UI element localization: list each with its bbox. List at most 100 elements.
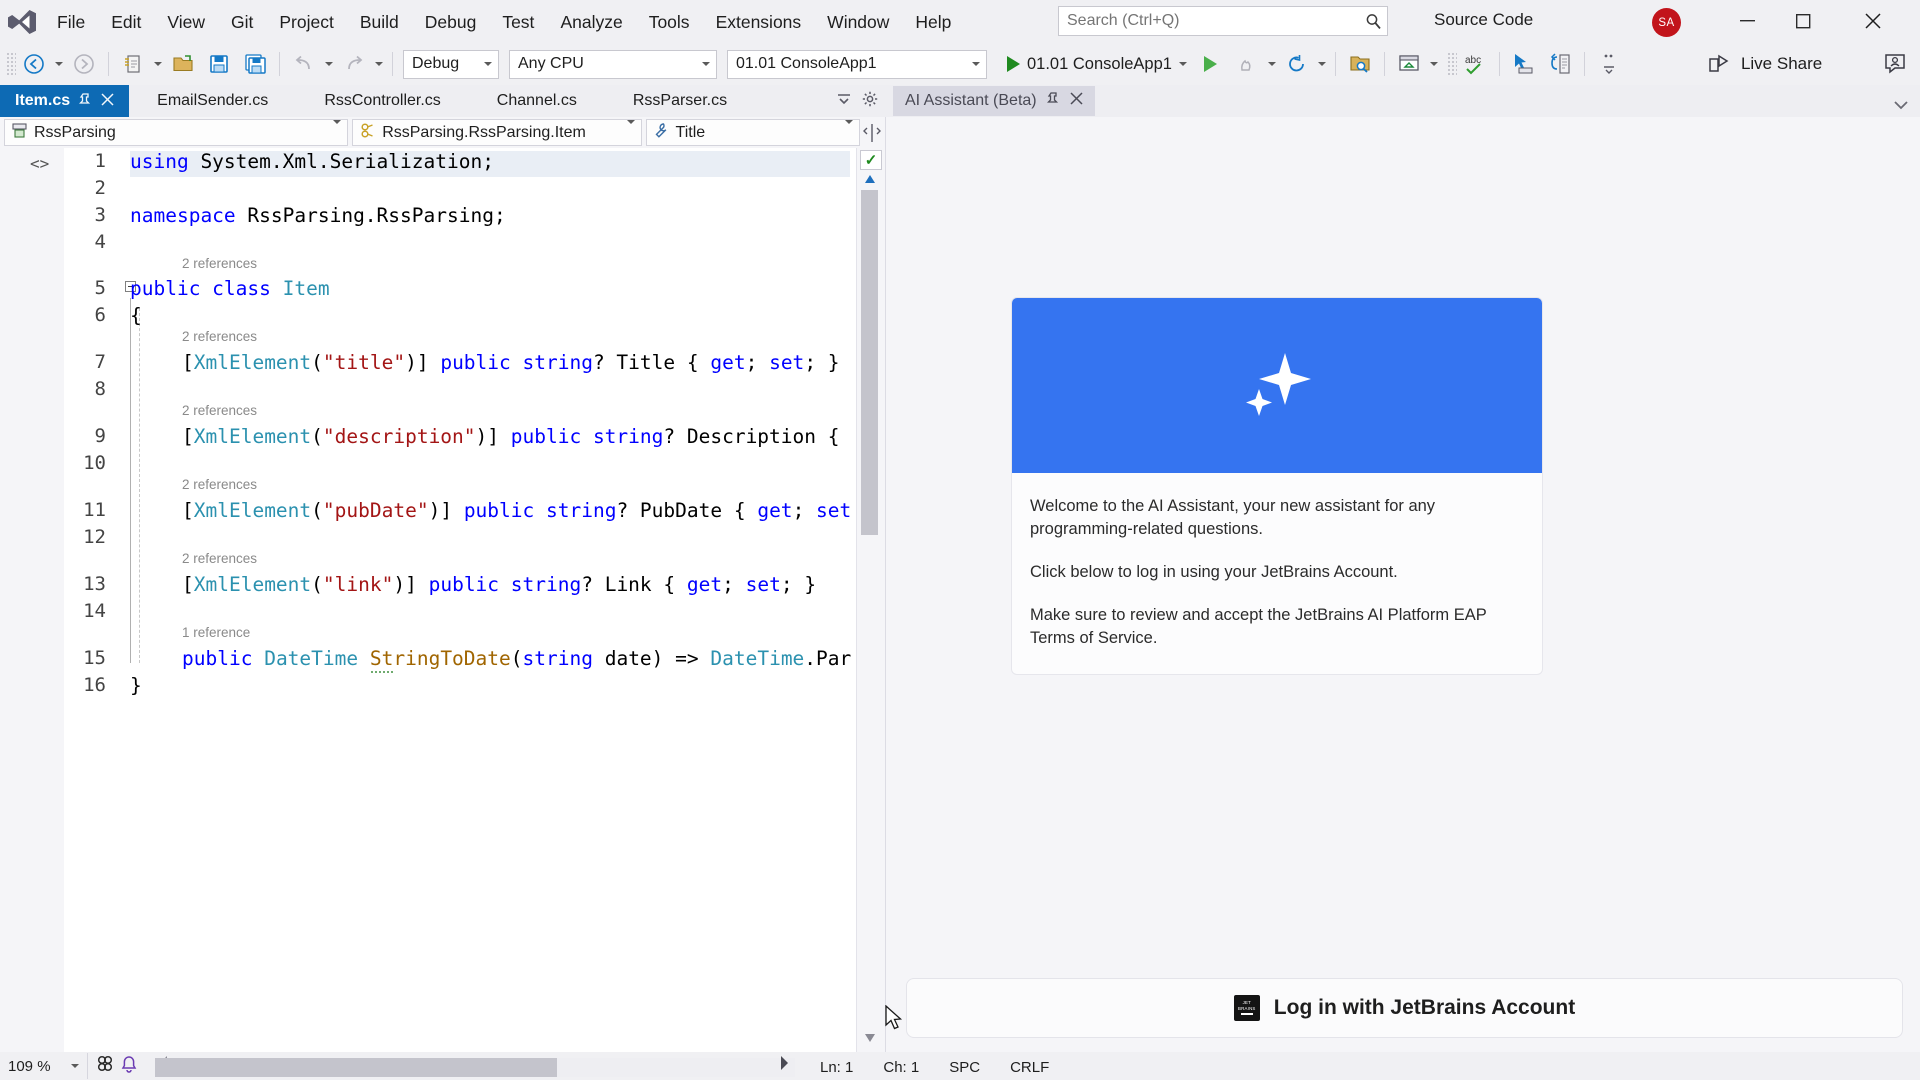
- send-feedback-icon[interactable]: [1878, 49, 1914, 79]
- navigate-back-icon[interactable]: [16, 49, 52, 79]
- close-icon[interactable]: [1070, 92, 1083, 110]
- menu-item-file[interactable]: File: [44, 7, 98, 37]
- horizontal-scroll-thumb[interactable]: [155, 1058, 557, 1077]
- navbar-type-combo[interactable]: RssParsing.RssParsing.Item: [352, 119, 642, 146]
- chevron-down-icon[interactable]: [696, 62, 716, 66]
- navbar-member-combo[interactable]: Title: [645, 119, 861, 146]
- redo-icon[interactable]: [336, 49, 372, 79]
- code-lens-line-13[interactable]: 2 references: [182, 551, 257, 566]
- toolbar-overflow-icon[interactable]: [1591, 49, 1627, 79]
- hot-reload-icon[interactable]: [1229, 49, 1265, 79]
- code-lens-line-11[interactable]: 2 references: [182, 477, 257, 492]
- menu-item-git[interactable]: Git: [218, 7, 266, 37]
- solution-explorer-search-icon[interactable]: [1342, 49, 1378, 79]
- menu-item-edit[interactable]: Edit: [98, 7, 154, 37]
- code-text-area[interactable]: 1 using System.Xml.Serialization; 2 3 na…: [0, 148, 884, 1060]
- configuration-combo[interactable]: Debug: [403, 49, 499, 79]
- new-item-icon[interactable]: [115, 49, 151, 79]
- chevron-down-icon[interactable]: [478, 62, 498, 66]
- chevron-down-icon[interactable]: [325, 119, 342, 142]
- live-share-button[interactable]: Live Share: [1699, 48, 1830, 80]
- compare-files-icon[interactable]: [1542, 49, 1578, 79]
- menu-item-view[interactable]: View: [154, 7, 218, 37]
- menu-item-tools[interactable]: Tools: [636, 7, 703, 37]
- menu-item-debug[interactable]: Debug: [412, 7, 490, 37]
- horizontal-scrollbar[interactable]: [155, 1058, 795, 1077]
- live-preview-dropdown[interactable]: [1427, 49, 1441, 79]
- menu-item-test[interactable]: Test: [489, 7, 547, 37]
- ai-assistant-tool-tab[interactable]: AI Assistant (Beta): [893, 85, 1095, 117]
- navbar-project-combo[interactable]: RssParsing: [4, 119, 349, 146]
- toolbar-separator-3: [392, 52, 393, 76]
- live-preview-icon[interactable]: [1391, 49, 1427, 79]
- start-without-debugging-icon[interactable]: [1193, 49, 1229, 79]
- navigate-forward-icon[interactable]: [66, 49, 102, 79]
- start-debugging-button[interactable]: 01.01 ConsoleApp1: [1001, 49, 1193, 79]
- startup-project-value: 01.01 ConsoleApp1: [736, 55, 877, 72]
- chevron-down-icon[interactable]: [71, 1064, 79, 1068]
- close-button[interactable]: [1845, 0, 1901, 42]
- code-lens-line-15[interactable]: 1 reference: [182, 625, 250, 640]
- chevron-down-icon[interactable]: [1178, 62, 1187, 66]
- redo-dropdown[interactable]: [372, 49, 386, 79]
- scroll-up-icon[interactable]: [861, 172, 879, 186]
- line-number: 4: [94, 231, 106, 253]
- avatar[interactable]: SA: [1652, 8, 1681, 37]
- spell-check-icon[interactable]: abc: [1457, 49, 1493, 79]
- code-line-15: public DateTime StringToDate(string date…: [182, 647, 852, 670]
- hot-reload-dropdown[interactable]: [1265, 49, 1279, 79]
- scroll-right-icon[interactable]: [778, 1054, 790, 1076]
- tab-item-cs[interactable]: Item.cs: [0, 85, 130, 117]
- pointer-select-icon[interactable]: [1506, 49, 1542, 79]
- vertical-scroll-thumb[interactable]: [861, 190, 878, 535]
- new-item-dropdown[interactable]: [151, 49, 165, 79]
- maximize-button[interactable]: [1775, 0, 1831, 42]
- chevron-down-icon[interactable]: [619, 119, 635, 142]
- code-lens-line-9[interactable]: 2 references: [182, 403, 257, 418]
- tab-channel-cs[interactable]: Channel.cs: [469, 85, 605, 117]
- close-icon[interactable]: [101, 92, 114, 110]
- login-with-jetbrains-button[interactable]: JET BRAINS Log in with JetBrains Account: [906, 978, 1903, 1038]
- menu-item-extensions[interactable]: Extensions: [703, 7, 815, 37]
- toolbar-grip[interactable]: [6, 52, 16, 76]
- restart-dropdown[interactable]: [1315, 49, 1329, 79]
- menu-item-analyze[interactable]: Analyze: [547, 7, 635, 37]
- tab-emailsender-cs[interactable]: EmailSender.cs: [129, 85, 296, 117]
- save-icon[interactable]: [201, 49, 237, 79]
- code-editor[interactable]: <> 1 using System.Xml.Serialization; 2 3…: [0, 148, 884, 1060]
- code-lens-line-7[interactable]: 2 references: [182, 329, 257, 344]
- tab-rssparser-cs[interactable]: RssParser.cs: [605, 85, 755, 117]
- tab-overflow-icon[interactable]: [836, 91, 852, 112]
- zoom-level-combo[interactable]: 109 %: [0, 1053, 88, 1079]
- pin-icon[interactable]: [1046, 92, 1060, 110]
- minimize-button[interactable]: [1719, 0, 1775, 42]
- pin-icon[interactable]: [79, 92, 92, 110]
- toolbar-grip-2[interactable]: [1446, 52, 1457, 76]
- debug-indicator-icon[interactable]: [96, 1055, 114, 1077]
- undo-dropdown[interactable]: [322, 49, 336, 79]
- code-lens-line-5[interactable]: 2 references: [182, 256, 257, 271]
- navigate-back-dropdown[interactable]: [52, 49, 66, 79]
- menu-item-help[interactable]: Help: [902, 7, 964, 37]
- line-number: 3: [94, 204, 106, 226]
- chevron-down-icon[interactable]: [1892, 96, 1910, 119]
- startup-project-combo[interactable]: 01.01 ConsoleApp1: [727, 49, 987, 79]
- tab-rsscontroller-cs[interactable]: RssController.cs: [296, 85, 468, 117]
- notification-icon[interactable]: [120, 1055, 138, 1077]
- menu-item-build[interactable]: Build: [347, 7, 412, 37]
- global-search[interactable]: [1058, 6, 1388, 36]
- menu-item-project[interactable]: Project: [266, 7, 346, 37]
- scroll-down-icon[interactable]: [861, 1030, 879, 1046]
- undo-icon[interactable]: [286, 49, 322, 79]
- save-all-icon[interactable]: [237, 49, 273, 79]
- platform-combo[interactable]: Any CPU: [509, 49, 717, 79]
- chevron-down-icon[interactable]: [966, 62, 986, 66]
- open-file-icon[interactable]: [165, 49, 201, 79]
- restart-icon[interactable]: [1279, 49, 1315, 79]
- gear-icon[interactable]: [862, 91, 878, 112]
- menu-item-window[interactable]: Window: [814, 7, 902, 37]
- code-health-indicator[interactable]: ✓: [860, 150, 882, 170]
- split-view-icon[interactable]: [860, 123, 884, 143]
- search-input[interactable]: [1059, 12, 1359, 30]
- chevron-down-icon[interactable]: [837, 119, 854, 142]
